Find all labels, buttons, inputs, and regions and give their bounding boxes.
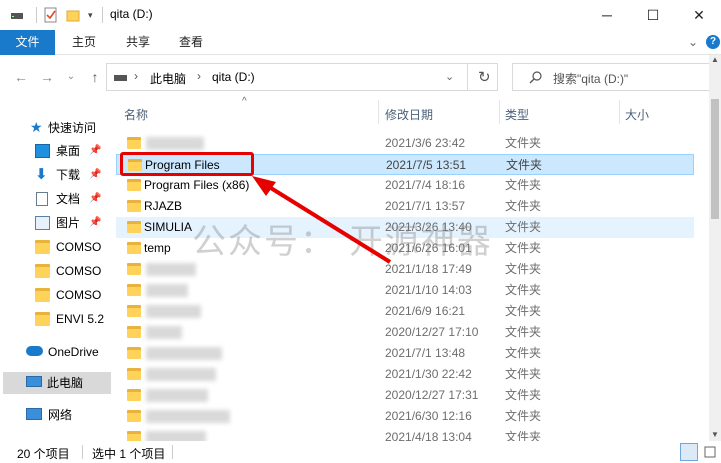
file-explorer-window: ▾ qita (D:) ─ ☐ ✕ 文件 主页 共享 查看 ⌄ ? ← → ⌄ … <box>0 0 721 463</box>
annotation-arrow <box>252 176 392 264</box>
arrow-shaft <box>256 178 392 264</box>
arrow-head <box>252 176 276 196</box>
